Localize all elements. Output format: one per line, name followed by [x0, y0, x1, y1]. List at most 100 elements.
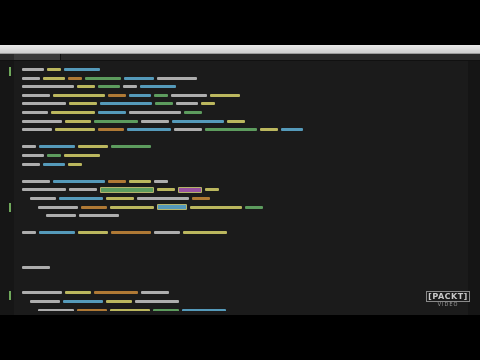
code-token — [65, 291, 91, 295]
code-line — [22, 297, 462, 306]
code-token — [55, 128, 95, 132]
code-token — [171, 93, 207, 97]
gutter-change-marker — [9, 291, 11, 300]
code-token — [65, 119, 91, 123]
code-token — [129, 93, 151, 97]
code-token — [176, 102, 198, 106]
code-token — [94, 119, 138, 123]
code-token — [98, 110, 126, 114]
code-token — [68, 162, 82, 166]
code-line — [22, 151, 462, 160]
code-token — [43, 162, 65, 166]
editor-tab-strip — [0, 54, 480, 61]
code-line — [22, 82, 462, 91]
code-token — [22, 119, 62, 123]
code-token — [38, 205, 78, 209]
code-token — [30, 300, 60, 304]
code-token — [111, 145, 151, 149]
code-line — [22, 142, 462, 151]
code-token — [68, 76, 82, 80]
code-line — [22, 211, 462, 220]
code-line — [22, 194, 462, 203]
code-token — [111, 231, 151, 235]
code-token — [124, 76, 154, 80]
code-line — [22, 306, 462, 311]
code-token — [38, 308, 74, 311]
code-token — [135, 300, 179, 304]
code-token — [157, 76, 197, 80]
code-token — [22, 128, 52, 132]
code-line — [22, 160, 462, 169]
code-token — [59, 196, 103, 200]
code-line — [22, 177, 462, 186]
code-token — [85, 76, 121, 80]
code-token — [137, 196, 189, 200]
code-token — [157, 188, 175, 192]
code-line — [22, 263, 462, 272]
line-number-gutter — [0, 61, 14, 315]
code-token — [110, 308, 150, 311]
code-token — [153, 308, 179, 311]
code-token — [47, 68, 61, 71]
code-line — [22, 288, 462, 297]
code-token — [30, 196, 56, 200]
code-token — [98, 128, 124, 132]
code-token — [190, 205, 242, 209]
code-token — [78, 231, 108, 235]
window-title-bar — [0, 45, 480, 61]
code-token — [155, 102, 173, 106]
code-token — [53, 93, 105, 97]
code-token — [64, 153, 100, 157]
code-token — [98, 85, 120, 89]
code-token — [64, 68, 100, 71]
code-token — [106, 196, 134, 200]
code-token — [192, 196, 210, 200]
code-token — [22, 110, 48, 114]
code-line — [22, 99, 462, 108]
code-token — [108, 179, 126, 183]
code-token — [205, 188, 219, 192]
code-token — [227, 119, 245, 123]
code-token — [39, 145, 75, 149]
code-token — [79, 214, 119, 218]
code-line — [22, 125, 462, 134]
code-token — [205, 128, 257, 132]
code-token — [63, 300, 103, 304]
code-token — [110, 205, 154, 209]
code-token — [53, 179, 105, 183]
code-token — [154, 179, 168, 183]
code-token — [141, 119, 169, 123]
code-token — [210, 93, 240, 97]
code-line — [22, 203, 462, 212]
gutter-change-marker — [9, 67, 11, 76]
code-token — [100, 186, 154, 193]
video-frame: { "logo": { "brand": "[PACKT]", "sub": "… — [0, 0, 480, 360]
code-token — [39, 231, 75, 235]
code-token — [22, 179, 50, 183]
code-token — [154, 93, 168, 97]
code-token — [22, 68, 44, 71]
code-token — [22, 188, 66, 192]
code-token — [69, 102, 97, 106]
code-token — [78, 145, 108, 149]
editor-tab[interactable] — [14, 54, 61, 60]
code-token — [154, 231, 180, 235]
code-line — [22, 65, 462, 74]
code-token — [81, 205, 107, 209]
code-line — [22, 185, 462, 194]
code-token — [22, 102, 66, 106]
code-token — [129, 110, 181, 114]
code-token — [22, 162, 40, 166]
code-token — [182, 308, 226, 311]
code-token — [201, 102, 215, 106]
code-token — [22, 145, 36, 149]
minimap[interactable] — [468, 61, 480, 315]
code-token — [172, 119, 224, 123]
code-token — [22, 231, 36, 235]
code-editor-text[interactable] — [22, 65, 462, 311]
